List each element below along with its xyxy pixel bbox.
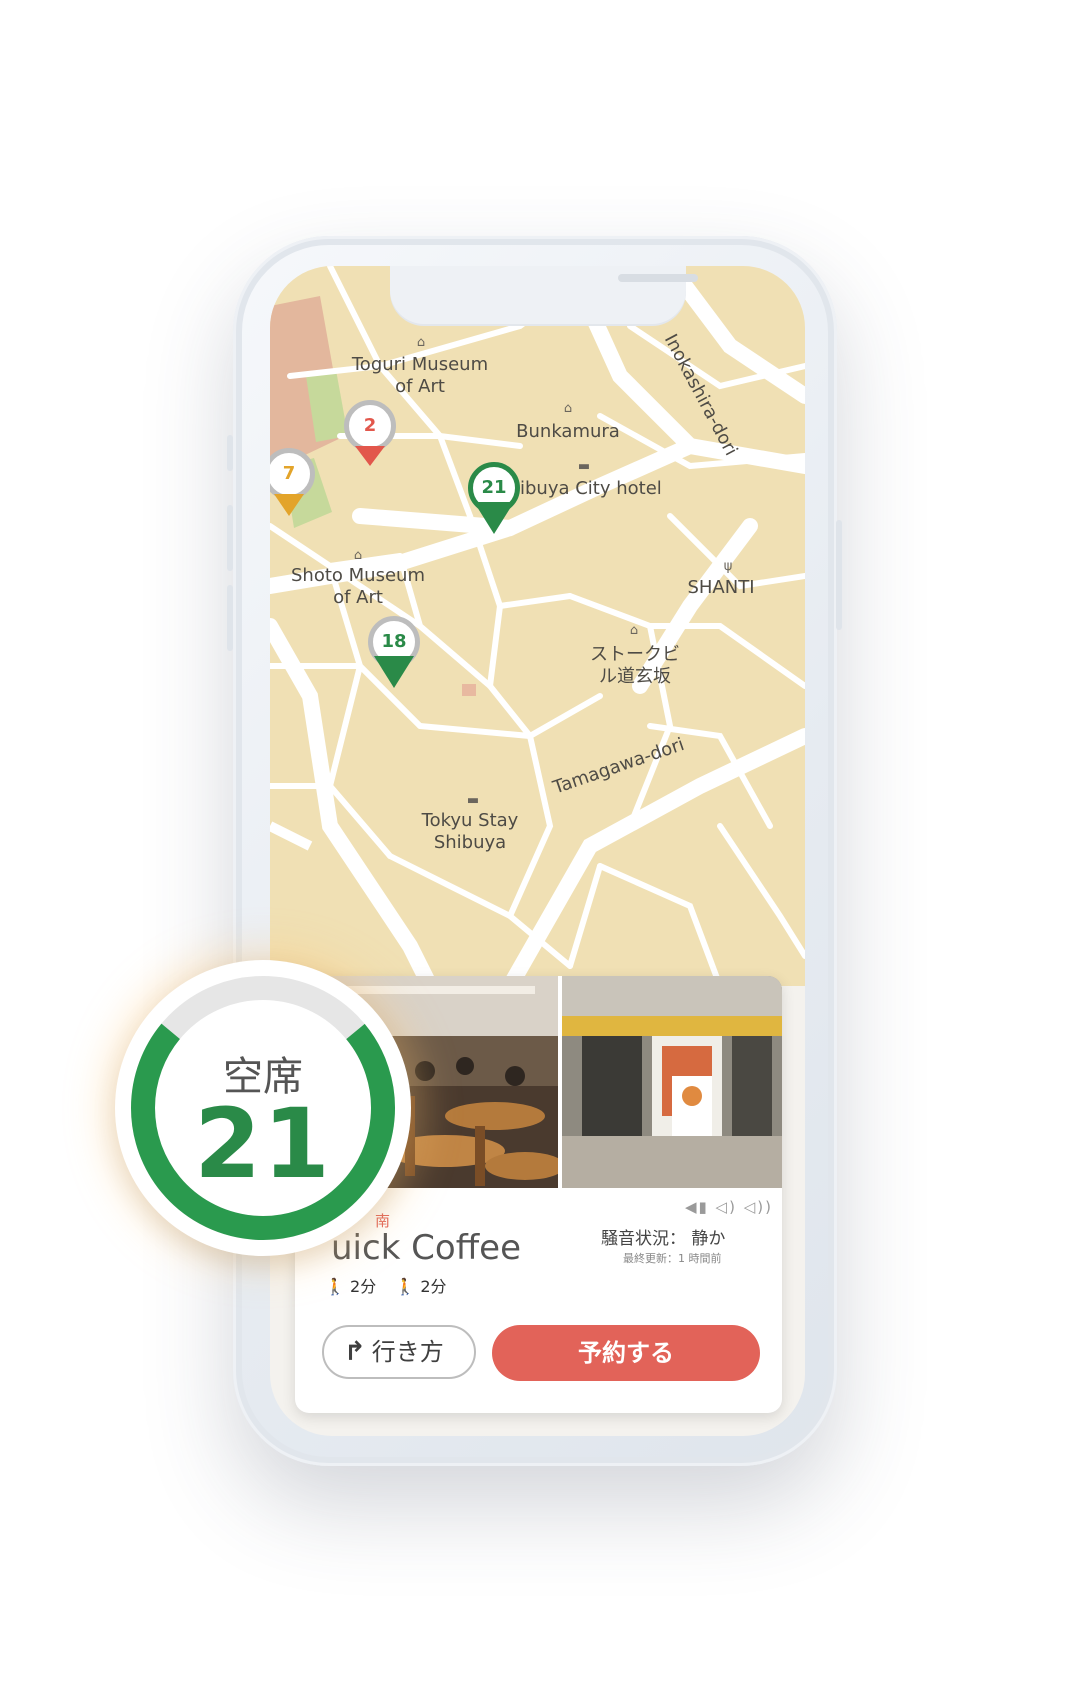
volume-up-button: [227, 505, 233, 571]
museum-icon: ⌂: [416, 335, 426, 350]
map-label-bunkamura: Bunkamura: [516, 421, 620, 442]
hotel-icon: ▬: [466, 793, 480, 808]
map-pin[interactable]: 7: [270, 448, 318, 522]
map-label-hotel: ibuya City hotel: [520, 478, 662, 499]
volume-down-button: [227, 585, 233, 651]
museum-icon: ⌂: [563, 401, 573, 416]
noise-level-icon: ◀▮ ◁) ◁)): [685, 1198, 773, 1216]
building-block: [462, 684, 476, 696]
route-button[interactable]: ↱ 行き方: [322, 1325, 476, 1379]
map-label-line: ストークビ: [590, 644, 680, 665]
map-label-line: Shoto Museum: [291, 565, 425, 586]
reserve-button[interactable]: 予約する: [492, 1325, 760, 1381]
pin-tip: [355, 446, 385, 466]
pin-tip: [374, 656, 414, 688]
speaker-grille: [618, 274, 698, 282]
walk-time-1: 2分: [350, 1277, 377, 1296]
museum-icon: ⌂: [629, 623, 639, 638]
map-pin[interactable]: 2: [341, 400, 399, 474]
shop-photo-exterior[interactable]: [562, 976, 782, 1188]
walking-icon: 🚶: [395, 1277, 416, 1296]
pin-tip: [474, 502, 514, 534]
restaurant-icon: ψ: [723, 559, 733, 574]
noise-status: 騒音状況： 静か: [601, 1229, 726, 1249]
vacant-seats-gauge: 空席 21: [115, 960, 411, 1256]
map-label-shanti: SHANTI: [687, 577, 755, 598]
route-button-label: 行き方: [371, 1338, 444, 1366]
map-label-stoke: ストークビ ル道玄坂: [560, 644, 710, 688]
map-label-line: Toguri Museum: [351, 354, 489, 375]
last-updated: 最終更新：1 時間前: [623, 1252, 722, 1265]
phone-notch: [390, 266, 698, 324]
map-label-toguri: Toguri Museum of Art: [340, 354, 500, 398]
museum-icon: ⌂: [353, 548, 363, 563]
walk-times: 🚶 2分 🚶 2分: [325, 1273, 447, 1297]
map-label-line: of Art: [333, 587, 383, 608]
major-roads: [270, 821, 313, 851]
map-label-tokyu: Tokyu Stay Shibuya: [400, 810, 540, 854]
map-label-line: Shibuya: [433, 832, 507, 853]
walking-icon: 🚶: [325, 1277, 345, 1296]
map-pin[interactable]: 21: [465, 462, 523, 536]
map-label-line: Tokyu Stay: [421, 810, 519, 831]
pin-count: 2: [344, 400, 396, 452]
mute-switch: [227, 435, 233, 471]
walk-time-2: 2分: [420, 1277, 447, 1296]
map-label-line: of Art: [395, 376, 445, 397]
power-button: [836, 520, 842, 630]
vacant-seat-count: 21: [194, 1088, 332, 1200]
map-label-shoto: Shoto Museum of Art: [278, 565, 438, 609]
turn-arrow-icon: ↱: [344, 1337, 366, 1367]
pin-count: 7: [270, 448, 315, 500]
map-view[interactable]: ⌂ ⌂ ▬ ⌂ ψ ⌂ ▬ Toguri Museum of Art Bunka…: [270, 266, 805, 986]
map-pin[interactable]: 18: [365, 616, 423, 690]
hotel-icon: ▬: [577, 459, 591, 474]
map-label-line: ル道玄坂: [599, 666, 671, 687]
photo-image: [562, 976, 782, 1188]
pin-tip: [274, 494, 304, 516]
